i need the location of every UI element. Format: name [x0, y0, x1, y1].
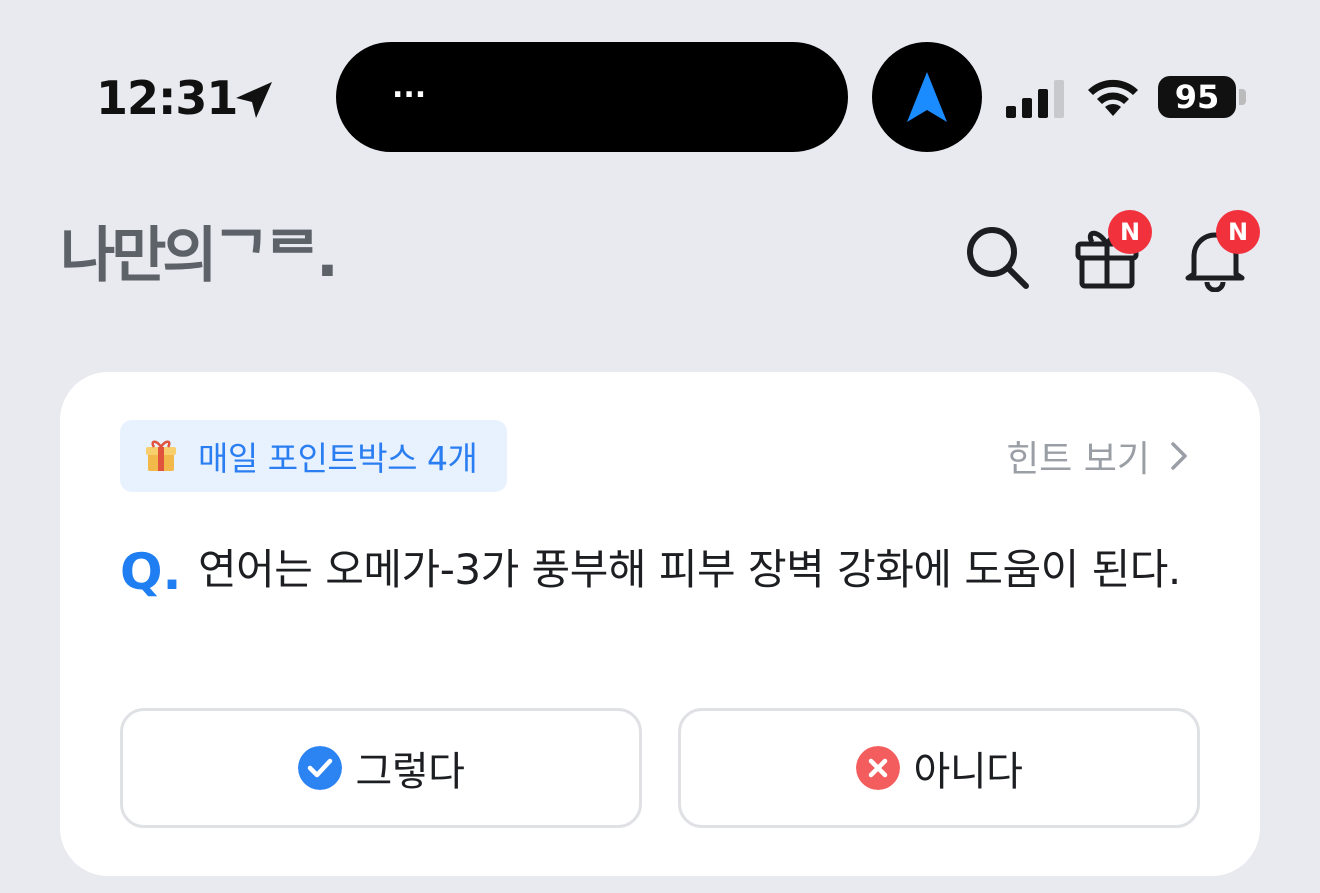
- status-time: 12:31: [96, 71, 238, 125]
- question-marker: Q.: [120, 543, 182, 601]
- search-icon[interactable]: [962, 222, 1032, 292]
- gift-box-icon: [146, 440, 176, 471]
- island-text: ...: [392, 70, 427, 105]
- daily-pointbox-chip[interactable]: 매일 포인트박스 4개: [120, 420, 508, 492]
- navigation-indicator[interactable]: [872, 42, 982, 152]
- answer-no-label: 아니다: [913, 749, 1023, 795]
- answer-yes-label: 그렇다: [355, 749, 465, 795]
- navigation-arrow-icon: [907, 72, 947, 122]
- battery-tip: [1239, 89, 1246, 105]
- answer-no-button[interactable]: 아니다: [678, 708, 1200, 828]
- question-text: 연어는 오메가-3가 풍부해 피부 장벽 강화에 도움이 된다.: [198, 545, 1181, 594]
- gift-new-badge: N: [1108, 210, 1152, 254]
- check-circle-icon: [297, 746, 342, 790]
- location-arrow-icon: [236, 82, 272, 118]
- chip-label: 매일 포인트박스 4개: [198, 439, 478, 478]
- cellular-signal-icon: [1006, 80, 1064, 118]
- quiz-card: 매일 포인트박스 4개 힌트 보기 Q. 연어는 오메가-3가 풍부해 피부 장…: [60, 372, 1260, 876]
- bell-new-badge: N: [1216, 210, 1260, 254]
- battery-level: 95: [1158, 76, 1236, 118]
- hint-link[interactable]: 힌트 보기: [1006, 430, 1188, 482]
- app-logo[interactable]: 나만의ᄀᄅ.: [60, 216, 339, 296]
- battery-indicator: 95: [1158, 76, 1246, 118]
- wifi-icon: [1088, 79, 1138, 116]
- answer-yes-button[interactable]: 그렇다: [120, 708, 642, 828]
- chevron-right-icon: [1171, 442, 1187, 470]
- dynamic-island[interactable]: ...: [336, 42, 848, 152]
- app-screen: 12:31 ... 95 나만의ᄀᄅ. N N 매일 포인트박스 4개 힌트 보…: [0, 0, 1320, 893]
- hint-label: 힌트 보기: [1006, 439, 1150, 480]
- x-circle-icon: [855, 746, 900, 790]
